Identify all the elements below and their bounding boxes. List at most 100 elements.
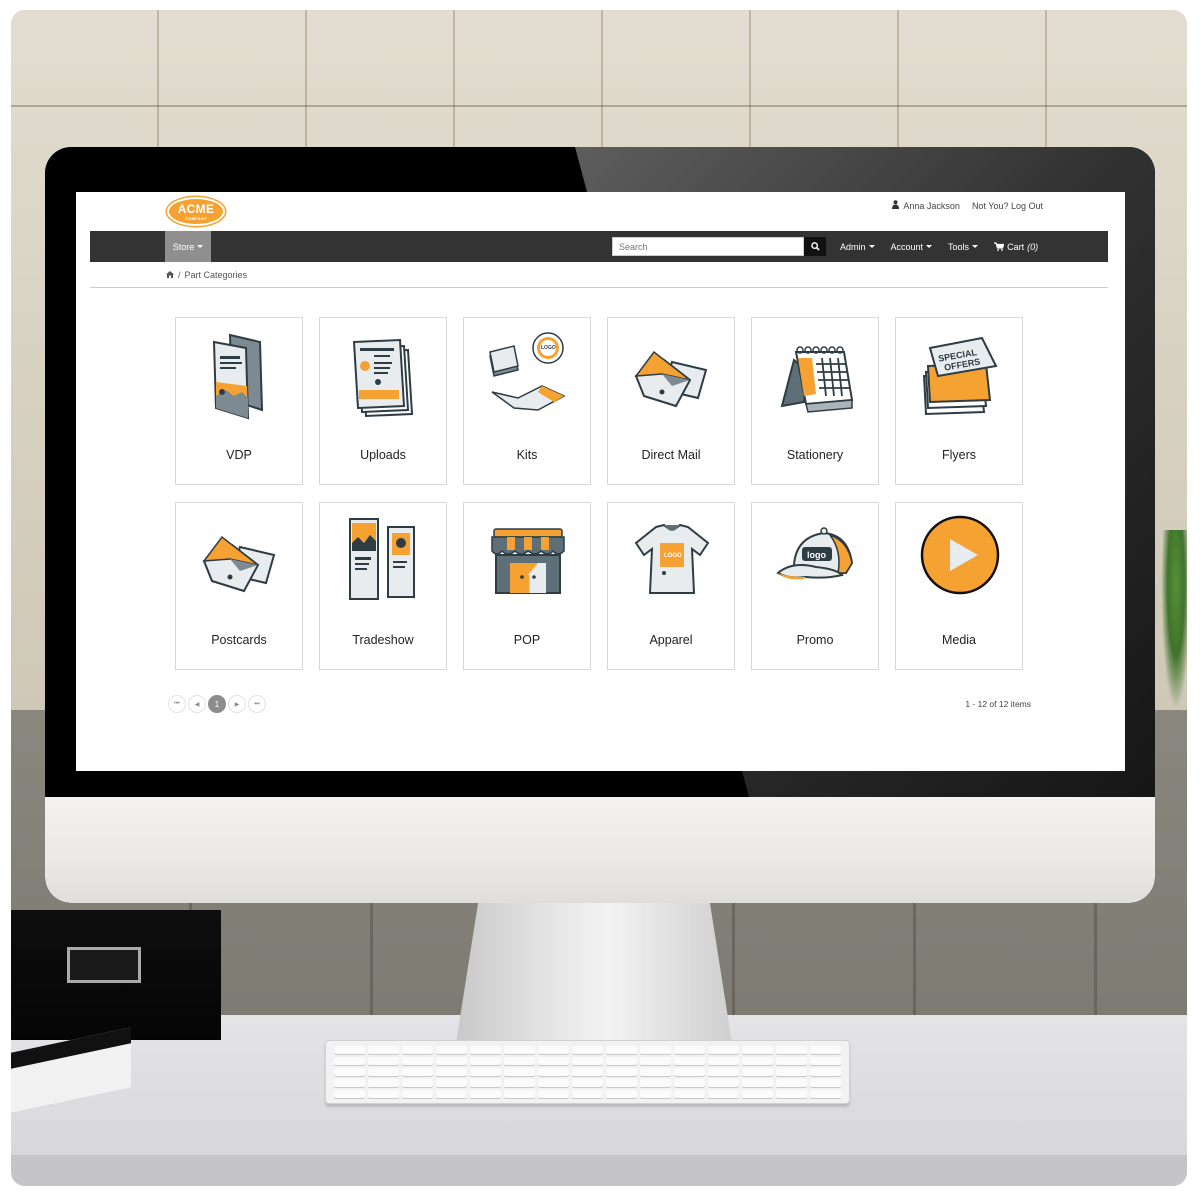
nav-store-dropdown[interactable]: Store xyxy=(165,231,211,262)
user-name: Anna Jackson xyxy=(903,200,960,211)
category-label: Promo xyxy=(796,633,834,647)
nav-tools-label: Tools xyxy=(948,241,970,252)
category-tile-apparel[interactable]: LOGO Apparel xyxy=(607,502,735,670)
user-icon xyxy=(892,200,900,211)
category-label: Postcards xyxy=(211,633,267,647)
user-area: Anna Jackson Not You? Log Out xyxy=(892,200,1043,211)
category-tile-media[interactable]: Media xyxy=(895,502,1023,670)
keyboard-key xyxy=(470,1057,501,1065)
keyboard-key xyxy=(674,1046,705,1054)
keyboard-key xyxy=(708,1046,739,1054)
cart-count: (0) xyxy=(1027,241,1039,252)
keyboard-key xyxy=(776,1090,807,1098)
category-tile-tradeshow[interactable]: Tradeshow xyxy=(319,502,447,670)
category-label: VDP xyxy=(226,448,252,462)
keyboard-key xyxy=(776,1068,807,1076)
keyboard-key xyxy=(436,1057,467,1065)
box-label xyxy=(67,947,141,983)
category-tile-vdp[interactable]: VDP xyxy=(175,317,303,485)
next-page-button[interactable]: ▶ xyxy=(228,695,246,713)
envelope-icon xyxy=(202,535,276,593)
keyboard-key xyxy=(436,1046,467,1054)
category-label: Apparel xyxy=(649,633,693,647)
document-stack-icon xyxy=(352,338,414,418)
keyboard-key xyxy=(810,1068,841,1076)
chevron-down-icon xyxy=(972,245,979,248)
nav-account-dropdown[interactable]: Account xyxy=(891,242,933,252)
keyboard-key xyxy=(572,1057,603,1065)
category-tile-pop[interactable]: POP xyxy=(463,502,591,670)
keyboard-key xyxy=(402,1079,433,1087)
keyboard-key xyxy=(436,1079,467,1087)
category-tile-promo[interactable]: logo Promo xyxy=(751,502,879,670)
top-bar: ACME COMPANY Anna Jackson Not You? Log O… xyxy=(76,192,1125,230)
monitor-stand xyxy=(456,903,732,1043)
banner-stand-icon xyxy=(349,518,415,600)
keyboard-key xyxy=(572,1090,603,1098)
keyboard-key xyxy=(606,1068,637,1076)
nav-tools-dropdown[interactable]: Tools xyxy=(948,241,979,252)
category-tile-flyers[interactable]: SPECIAL OFFERS Flyers xyxy=(895,317,1023,485)
kit-icon: LOGO xyxy=(489,332,566,411)
plant xyxy=(1161,530,1187,710)
category-tile-postcards[interactable]: Postcards xyxy=(175,502,303,670)
items-count: 1 - 12 of 12 items xyxy=(965,699,1031,709)
keyboard-key xyxy=(504,1079,535,1087)
navbar: Store Admin Account Tools Cart (0) xyxy=(90,231,1108,262)
keyboard-key xyxy=(538,1068,569,1076)
cart-label: Cart xyxy=(1007,241,1025,252)
keyboard-key xyxy=(742,1090,773,1098)
category-label: Tradeshow xyxy=(352,633,414,647)
keyboard-key xyxy=(640,1090,671,1098)
keyboard-key xyxy=(470,1079,501,1087)
keyboard-key xyxy=(640,1079,671,1087)
keyboard-key xyxy=(334,1079,365,1087)
keyboard-key xyxy=(402,1046,433,1054)
logout-link[interactable]: Not You? Log Out xyxy=(972,201,1043,211)
category-tile-stationery[interactable]: Stationery xyxy=(751,317,879,485)
chevron-down-icon xyxy=(868,245,875,248)
home-icon[interactable] xyxy=(166,270,174,280)
category-label: Direct Mail xyxy=(641,448,701,462)
search-button[interactable] xyxy=(804,237,826,256)
acme-logo[interactable]: ACME COMPANY xyxy=(167,197,225,226)
category-label: POP xyxy=(513,633,541,647)
pagination: ⏮ ◀ 1 ▶ ⏭ xyxy=(168,695,266,713)
breadcrumb-current: Part Categories xyxy=(184,270,248,280)
category-tile-kits[interactable]: LOGO Kits xyxy=(463,317,591,485)
keyboard-key xyxy=(436,1068,467,1076)
breadcrumb: / Part Categories xyxy=(166,270,247,280)
tshirt-icon: LOGO xyxy=(634,523,710,594)
keyboard-key xyxy=(368,1068,399,1076)
search-icon xyxy=(810,242,820,251)
category-tile-uploads[interactable]: Uploads xyxy=(319,317,447,485)
keyboard-key xyxy=(640,1068,671,1076)
keyboard-key xyxy=(708,1057,739,1065)
keyboard-key xyxy=(402,1068,433,1076)
category-label: Kits xyxy=(516,448,538,462)
keyboard-key xyxy=(402,1090,433,1098)
keyboard-key xyxy=(572,1068,603,1076)
category-tile-direct-mail[interactable]: Direct Mail xyxy=(607,317,735,485)
keyboard-key xyxy=(572,1046,603,1054)
search-input[interactable] xyxy=(612,237,804,256)
cart-link[interactable]: Cart (0) xyxy=(994,242,1038,252)
keyboard-key xyxy=(776,1046,807,1054)
keyboard-key xyxy=(470,1068,501,1076)
prev-page-button[interactable]: ◀ xyxy=(188,695,206,713)
keyboard-key xyxy=(674,1057,705,1065)
last-page-button[interactable]: ⏭ xyxy=(248,695,266,713)
user-account[interactable]: Anna Jackson xyxy=(892,200,960,211)
keyboard-key xyxy=(640,1046,671,1054)
keyboard-key xyxy=(674,1068,705,1076)
keyboard-key xyxy=(538,1046,569,1054)
tshirt-logo-text: LOGO xyxy=(664,553,682,559)
nav-admin-dropdown[interactable]: Admin xyxy=(840,242,875,252)
nav-admin-label: Admin xyxy=(840,241,866,252)
keyboard-key xyxy=(640,1057,671,1065)
desk-edge xyxy=(11,1155,1187,1186)
keyboard-key xyxy=(334,1046,365,1054)
page-button-current[interactable]: 1 xyxy=(208,695,226,713)
first-page-button[interactable]: ⏮ xyxy=(168,695,186,713)
keyboard-key xyxy=(368,1057,399,1065)
